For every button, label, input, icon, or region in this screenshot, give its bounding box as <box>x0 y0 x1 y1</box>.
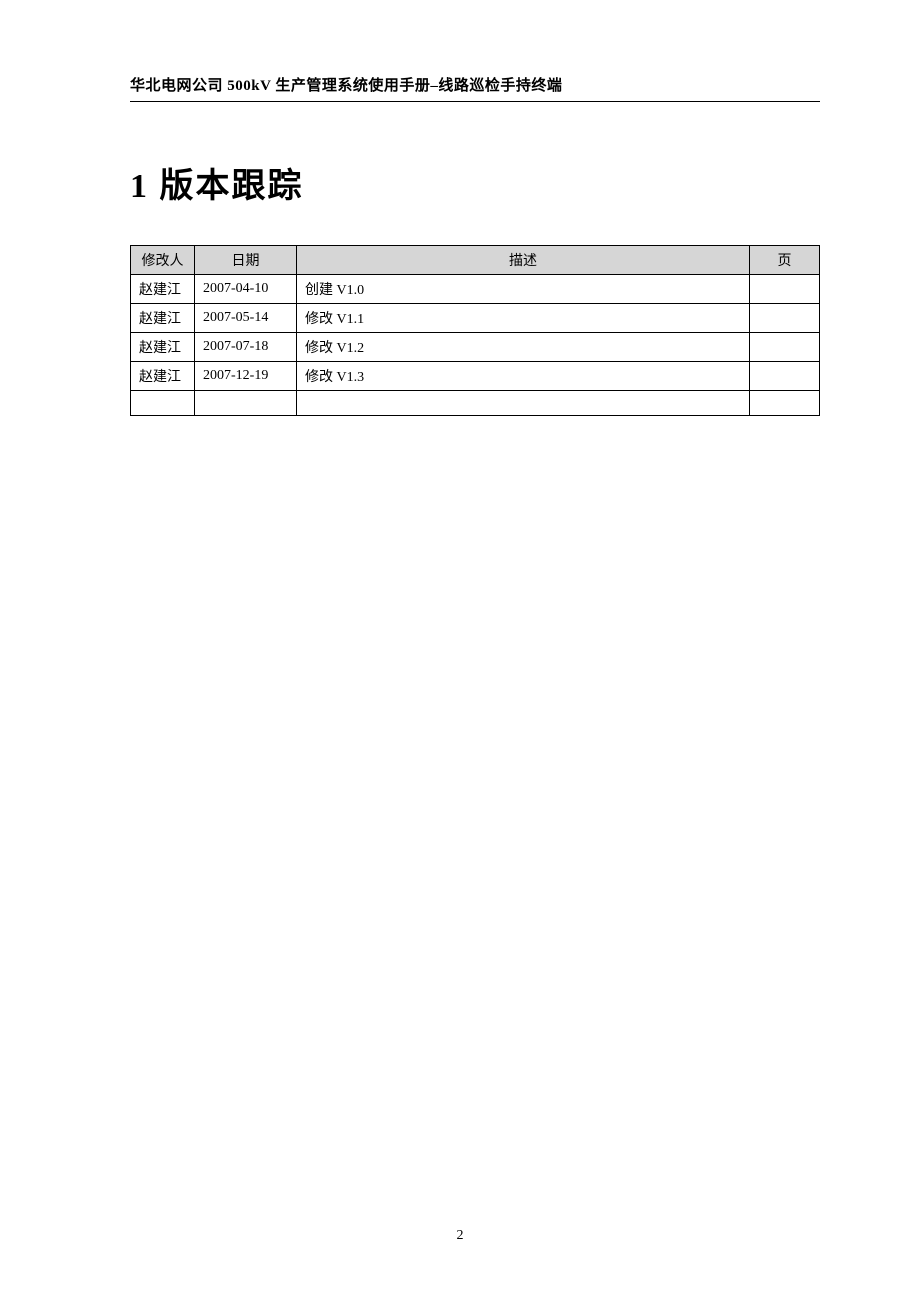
cell-author <box>131 391 195 416</box>
table-row: 赵建江 2007-05-14 修改 V1.1 <box>131 304 820 333</box>
col-header-date: 日期 <box>195 246 297 275</box>
cell-date <box>195 391 297 416</box>
cell-page <box>750 275 820 304</box>
col-header-desc: 描述 <box>297 246 750 275</box>
cell-page <box>750 304 820 333</box>
table-row: 赵建江 2007-12-19 修改 V1.3 <box>131 362 820 391</box>
version-table: 修改人 日期 描述 页 赵建江 2007-04-10 创建 V1.0 赵建江 2… <box>130 245 820 416</box>
cell-page <box>750 333 820 362</box>
cell-desc: 修改 V1.3 <box>297 362 750 391</box>
cell-desc <box>297 391 750 416</box>
cell-desc: 修改 V1.2 <box>297 333 750 362</box>
document-header: 华北电网公司 500kV 生产管理系统使用手册–线路巡检手持终端 <box>130 74 820 95</box>
cell-author: 赵建江 <box>131 275 195 304</box>
header-divider <box>130 101 820 102</box>
version-table-wrap: 修改人 日期 描述 页 赵建江 2007-04-10 创建 V1.0 赵建江 2… <box>130 245 820 416</box>
cell-desc: 修改 V1.1 <box>297 304 750 333</box>
col-header-page: 页 <box>750 246 820 275</box>
page-number: 2 <box>0 1228 920 1244</box>
cell-author: 赵建江 <box>131 304 195 333</box>
table-header-row: 修改人 日期 描述 页 <box>131 246 820 275</box>
cell-date: 2007-05-14 <box>195 304 297 333</box>
table-row <box>131 391 820 416</box>
table-row: 赵建江 2007-07-18 修改 V1.2 <box>131 333 820 362</box>
cell-date: 2007-07-18 <box>195 333 297 362</box>
cell-page <box>750 391 820 416</box>
cell-author: 赵建江 <box>131 333 195 362</box>
cell-date: 2007-04-10 <box>195 275 297 304</box>
cell-author: 赵建江 <box>131 362 195 391</box>
section-title: 1 版本跟踪 <box>130 158 820 207</box>
cell-date: 2007-12-19 <box>195 362 297 391</box>
table-row: 赵建江 2007-04-10 创建 V1.0 <box>131 275 820 304</box>
cell-desc: 创建 V1.0 <box>297 275 750 304</box>
cell-page <box>750 362 820 391</box>
col-header-author: 修改人 <box>131 246 195 275</box>
